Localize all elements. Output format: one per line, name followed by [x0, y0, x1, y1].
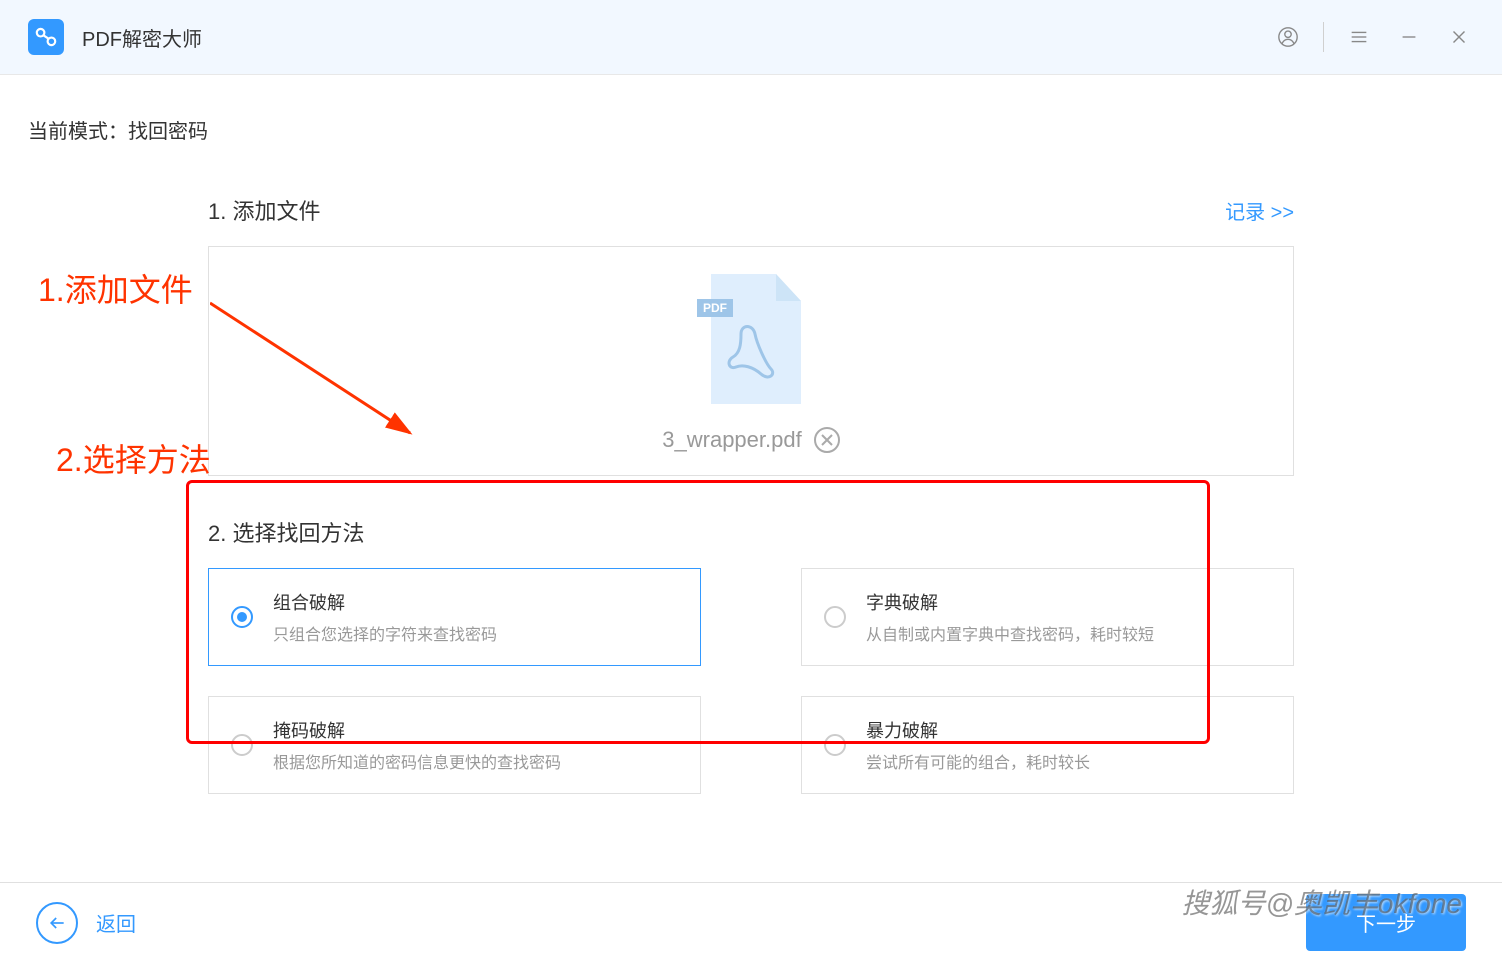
logo-icon — [33, 24, 59, 50]
back-label: 返回 — [96, 908, 136, 937]
menu-icon[interactable] — [1344, 22, 1374, 52]
app-title: PDF解密大师 — [82, 23, 202, 52]
file-name-row: 3_wrapper.pdf — [662, 427, 839, 453]
next-button[interactable]: 下一步 — [1306, 894, 1466, 951]
separator — [1323, 22, 1324, 52]
back-button[interactable]: 返回 — [36, 902, 136, 944]
option-title: 暴力破解 — [866, 717, 1271, 743]
titlebar-left: PDF解密大师 — [28, 19, 202, 55]
annotation-arrow — [210, 293, 430, 453]
option-desc: 只组合您选择的字符来查找密码 — [273, 621, 678, 645]
annotation-1: 1.添加文件 — [38, 265, 193, 311]
option-desc: 从自制或内置字典中查找密码，耗时较短 — [866, 621, 1271, 645]
back-arrow-icon — [36, 902, 78, 944]
file-name: 3_wrapper.pdf — [662, 427, 801, 453]
option-desc: 尝试所有可能的组合，耗时较长 — [866, 749, 1271, 773]
mode-label: 当前模式：找回密码 — [28, 115, 1474, 144]
radio-icon — [824, 606, 846, 628]
titlebar: PDF解密大师 — [0, 0, 1502, 75]
option-mask[interactable]: 掩码破解 根据您所知道的密码信息更快的查找密码 — [208, 696, 701, 794]
option-combination[interactable]: 组合破解 只组合您选择的字符来查找密码 — [208, 568, 701, 666]
footer: 返回 下一步 — [0, 882, 1502, 962]
radio-icon — [231, 734, 253, 756]
option-bruteforce[interactable]: 暴力破解 尝试所有可能的组合，耗时较长 — [801, 696, 1294, 794]
titlebar-right — [1273, 22, 1474, 52]
pdf-file-icon: PDF — [691, 269, 811, 409]
svg-text:PDF: PDF — [703, 301, 727, 315]
annotation-2: 2.选择方法 — [56, 435, 211, 481]
step2-title: 2. 选择找回方法 — [208, 516, 1294, 548]
radio-icon — [824, 734, 846, 756]
app-logo — [28, 19, 64, 55]
content-area: 当前模式：找回密码 1.添加文件 2.选择方法 1. 添加文件 记录 >> PD… — [0, 75, 1502, 882]
option-title: 掩码破解 — [273, 717, 678, 743]
user-icon[interactable] — [1273, 22, 1303, 52]
radio-icon — [231, 606, 253, 628]
option-title: 字典破解 — [866, 589, 1271, 615]
step1-header: 1. 添加文件 记录 >> — [208, 194, 1294, 226]
method-options-grid: 组合破解 只组合您选择的字符来查找密码 字典破解 从自制或内置字典中查找密码，耗… — [208, 568, 1294, 794]
close-icon[interactable] — [1444, 22, 1474, 52]
step2-block: 2. 选择找回方法 组合破解 只组合您选择的字符来查找密码 字典破解 从自制或内… — [208, 516, 1294, 794]
step1-title: 1. 添加文件 — [208, 194, 320, 226]
records-link[interactable]: 记录 >> — [1225, 196, 1294, 225]
remove-file-icon[interactable] — [814, 427, 840, 453]
minimize-icon[interactable] — [1394, 22, 1424, 52]
option-dictionary[interactable]: 字典破解 从自制或内置字典中查找密码，耗时较短 — [801, 568, 1294, 666]
option-desc: 根据您所知道的密码信息更快的查找密码 — [273, 749, 678, 773]
option-title: 组合破解 — [273, 589, 678, 615]
